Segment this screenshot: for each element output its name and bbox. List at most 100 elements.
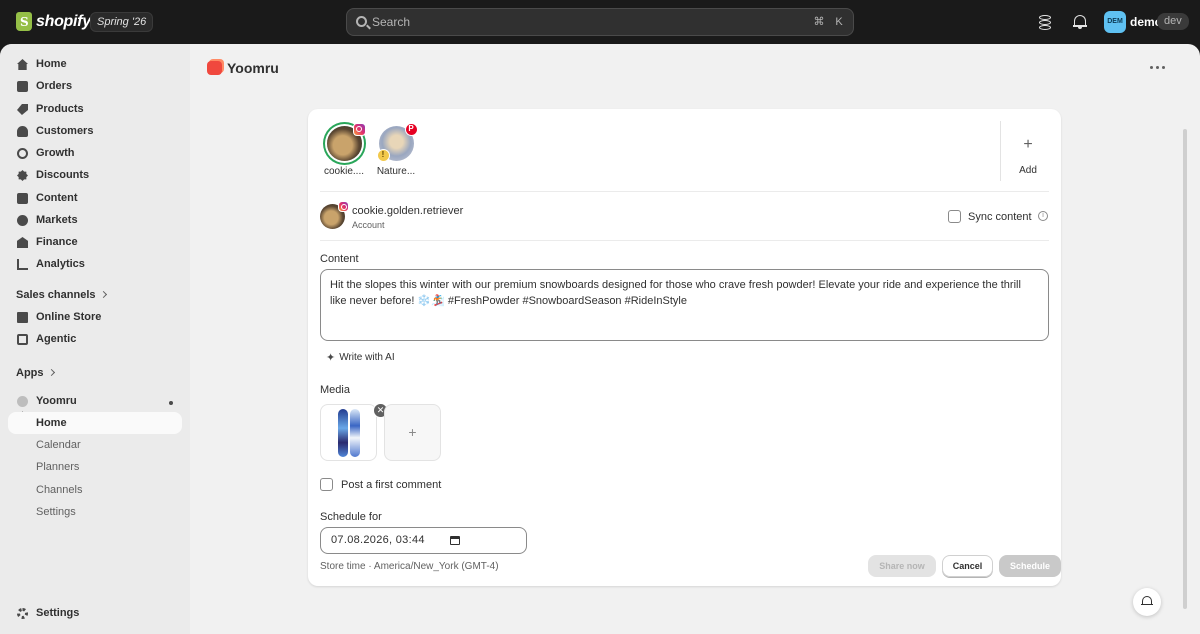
env-badge: dev	[1157, 13, 1189, 30]
account-avatar: P !	[376, 123, 418, 162]
store-icon	[17, 312, 28, 323]
share-now-button[interactable]: Share now	[868, 555, 936, 577]
sidebar-subitem-calendar[interactable]: Calendar	[8, 434, 182, 456]
sidebar-item-label: Home	[36, 58, 67, 70]
sync-content-checkbox[interactable]	[948, 210, 961, 223]
account-tab-pinterest[interactable]: P ! Nature...	[371, 123, 421, 177]
snowboard-image	[350, 409, 360, 457]
search-icon	[356, 16, 367, 27]
sparkle-icon: ✦	[326, 352, 336, 364]
agentic-icon	[17, 334, 28, 345]
sidebar-item-label: Growth	[36, 147, 75, 159]
page-title: Yoomru	[207, 60, 279, 76]
sidebar-item-customers[interactable]: Customers	[8, 120, 182, 142]
sidebar-item-products[interactable]: Products	[8, 98, 182, 120]
more-actions-icon[interactable]	[1150, 66, 1165, 69]
sidebar-item-content[interactable]: Content	[8, 187, 182, 209]
first-comment-label: Post a first comment	[341, 479, 442, 491]
divider	[320, 191, 1049, 192]
timezone-hint: Store time · America/New_York (GMT-4)	[320, 561, 499, 572]
divider	[320, 240, 1049, 241]
sidebar-item-label: Content	[36, 192, 78, 204]
add-account-button[interactable]: + Add	[1018, 136, 1038, 177]
account-avatar	[326, 123, 366, 161]
account-subtitle: Account	[352, 220, 385, 230]
sidebar-item-markets[interactable]: Markets	[8, 209, 182, 231]
sidebar-item-label: Customers	[36, 125, 94, 137]
search-placeholder: Search	[372, 15, 411, 29]
sidebar-item-label: Settings	[36, 607, 80, 619]
sidebar-item-analytics[interactable]: Analytics	[8, 253, 182, 275]
notifications-bell-icon[interactable]	[1071, 13, 1089, 31]
warning-icon: !	[376, 149, 390, 162]
command-key-icon: ⌘	[813, 16, 825, 28]
schedule-label: Schedule for	[320, 511, 382, 523]
schedule-button[interactable]: Schedule	[999, 555, 1061, 577]
write-with-ai-button[interactable]: ✦ Write with AI	[326, 351, 395, 364]
sidebar-subitem-channels[interactable]: Channels	[8, 479, 182, 501]
sidebar-item-label: Agentic	[36, 333, 77, 345]
discount-icon	[17, 170, 28, 181]
add-label: Add	[1019, 165, 1037, 176]
sidebar-item-finance[interactable]: Finance	[8, 231, 182, 253]
shopify-bag-icon	[16, 12, 32, 31]
sidebar-item-online-store[interactable]: Online Store	[8, 306, 182, 328]
page-scrollbar[interactable]	[1183, 129, 1187, 609]
pin-dot-icon	[169, 401, 173, 405]
sidebar-subitem-home[interactable]: Home	[8, 412, 182, 434]
edition-badge: Spring '26	[90, 12, 154, 32]
cancel-button[interactable]: Cancel	[942, 555, 993, 577]
media-label: Media	[320, 384, 350, 396]
sidebar-item-home[interactable]: Home	[8, 53, 182, 75]
sidebar: Home Orders Products Customers Growth Di…	[0, 44, 190, 634]
media-thumbnail[interactable]: ✕	[320, 403, 388, 461]
add-media-button[interactable]: +	[384, 404, 441, 461]
apps-heading[interactable]: Apps	[16, 367, 55, 379]
schedule-datetime-input[interactable]: 07.08.2026, 03:44	[320, 527, 527, 554]
admin-frame: Home Orders Products Customers Growth Di…	[0, 44, 1200, 634]
info-icon[interactable]: i	[1038, 211, 1048, 221]
gear-icon	[17, 608, 28, 619]
account-avatar	[320, 201, 349, 229]
sidebar-item-label: Finance	[36, 236, 78, 248]
app-icon	[17, 396, 28, 407]
sidebar-item-label: Products	[36, 103, 84, 115]
user-avatar[interactable]: DEM	[1104, 11, 1126, 33]
sidebar-item-agentic[interactable]: Agentic	[8, 328, 182, 350]
calendar-icon[interactable]	[450, 536, 460, 545]
account-tab-label: Nature...	[376, 166, 416, 177]
sidebar-item-yoomru[interactable]: Yoomru	[8, 390, 182, 412]
shopify-logo[interactable]: shopify	[16, 12, 91, 31]
sidebar-item-label: Online Store	[36, 311, 102, 323]
sidebar-item-settings[interactable]: Settings	[8, 602, 182, 624]
database-icon[interactable]	[1036, 13, 1054, 31]
instagram-icon	[352, 123, 366, 136]
floating-notifications-button[interactable]	[1133, 588, 1161, 616]
k-key: K	[835, 16, 843, 28]
sidebar-item-discounts[interactable]: Discounts	[8, 164, 182, 186]
chevron-right-icon	[47, 368, 55, 377]
sidebar-subitem-planners[interactable]: Planners	[8, 456, 182, 478]
sidebar-item-orders[interactable]: Orders	[8, 75, 182, 97]
sidebar-item-label: Yoomru	[36, 395, 77, 407]
sidebar-item-growth[interactable]: Growth	[8, 142, 182, 164]
sales-channels-heading[interactable]: Sales channels	[16, 289, 107, 301]
orders-icon	[17, 81, 28, 92]
instagram-icon	[338, 201, 349, 212]
plus-icon: +	[1023, 136, 1033, 153]
chevron-right-icon	[99, 290, 107, 299]
search-bar[interactable]: Search ⌘ K	[346, 8, 854, 36]
first-comment-checkbox[interactable]	[320, 478, 333, 491]
content-label: Content	[320, 253, 359, 265]
sidebar-subitem-settings[interactable]: Settings	[8, 501, 182, 523]
globe-icon	[17, 215, 28, 226]
divider	[1000, 121, 1001, 181]
sidebar-item-label: Analytics	[36, 258, 85, 270]
sync-content-label: Sync content	[968, 211, 1032, 223]
snowboard-image	[338, 409, 348, 457]
sidebar-item-label: Markets	[36, 214, 78, 226]
pinterest-icon: P	[404, 123, 418, 136]
content-textarea[interactable]: Hit the slopes this winter with our prem…	[320, 269, 1049, 341]
growth-icon	[17, 148, 28, 159]
account-tab-instagram[interactable]: cookie....	[319, 123, 369, 177]
